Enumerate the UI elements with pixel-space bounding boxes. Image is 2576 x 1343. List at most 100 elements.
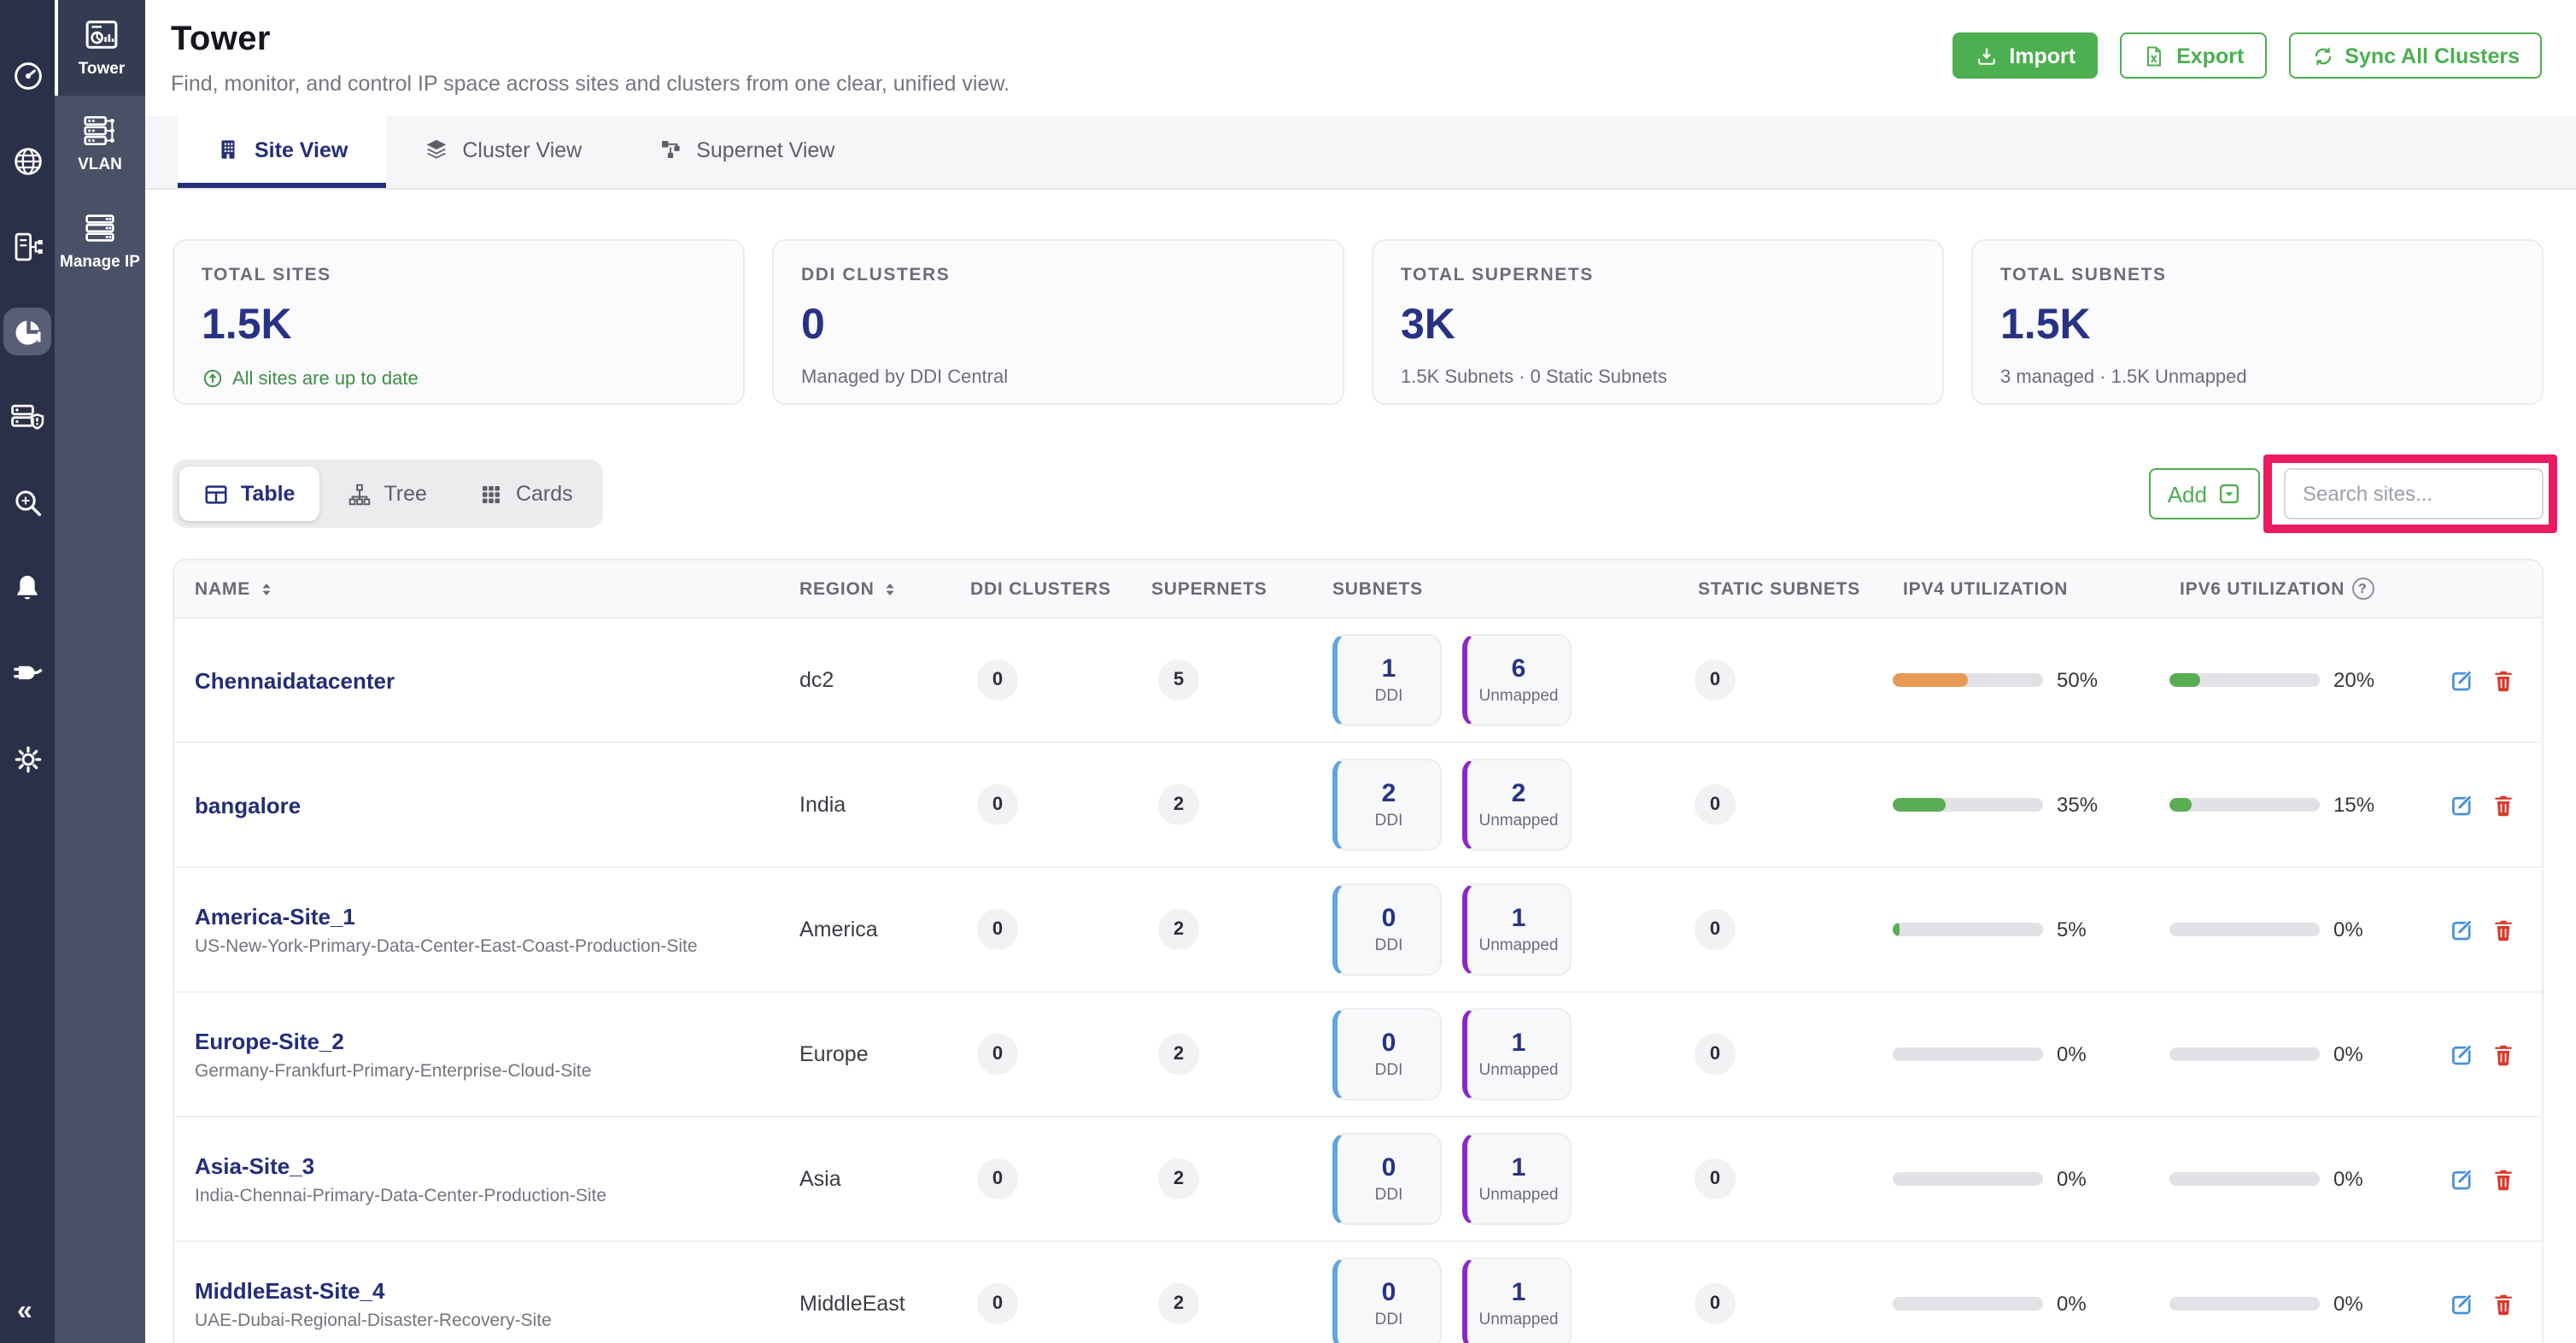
ipv6-utilization-bar xyxy=(2169,1172,2320,1186)
sort-icon xyxy=(881,580,899,597)
export-button[interactable]: Export xyxy=(2120,32,2266,79)
delete-site-button[interactable] xyxy=(2491,667,2516,693)
pie-chart-icon[interactable] xyxy=(3,308,51,355)
edit-site-button[interactable] xyxy=(2450,1291,2475,1317)
ipv6-utilization-value: 0% xyxy=(2333,918,2363,941)
table-grid-icon xyxy=(203,481,229,507)
stat-label: DDI CLUSTERS xyxy=(801,265,1315,285)
ipv6-utilization-value: 0% xyxy=(2333,1292,2363,1316)
site-description: US-New-York-Primary-Data-Center-East-Coa… xyxy=(195,935,698,956)
download-icon xyxy=(1975,44,1999,67)
table-row: Europe-Site_2 Germany-Frankfurt-Primary-… xyxy=(174,993,2542,1117)
search-input[interactable] xyxy=(2284,468,2544,519)
nav-item-manage-ip[interactable]: Manage IP xyxy=(55,193,145,290)
edit-site-button[interactable] xyxy=(2450,917,2475,942)
add-button[interactable]: Add xyxy=(2149,468,2260,519)
magnifier-icon[interactable] xyxy=(3,478,51,526)
region-value: Asia xyxy=(776,1167,946,1191)
site-name-link[interactable]: MiddleEast-Site_4 xyxy=(195,1277,385,1303)
view-mode-label: Table xyxy=(241,482,295,506)
ipv4-utilization-bar xyxy=(1893,1047,2043,1061)
supernets-count-badge: 2 xyxy=(1158,1158,1199,1199)
stacked-servers-icon xyxy=(80,208,120,248)
tab-supernet-view[interactable]: Supernet View xyxy=(619,116,872,188)
view-mode-label: Cards xyxy=(516,482,573,506)
view-tabs: Site View Cluster View Supernet View xyxy=(145,116,2576,190)
subnets-ddi-card: 0 DDI xyxy=(1332,1133,1442,1225)
column-header-name[interactable]: NAME xyxy=(174,578,776,599)
sites-table: NAME REGION DDI CLUSTERS SUPERNETS SUBNE… xyxy=(173,559,2544,1343)
ipv6-utilization-value: 0% xyxy=(2333,1167,2363,1191)
speedometer-icon[interactable] xyxy=(3,51,51,99)
column-header-supernets: SUPERNETS xyxy=(1127,578,1308,599)
monitor-chart-icon xyxy=(82,15,121,55)
delete-site-button[interactable] xyxy=(2491,1291,2516,1317)
delete-site-button[interactable] xyxy=(2491,1041,2516,1067)
delete-site-button[interactable] xyxy=(2491,917,2516,942)
edit-site-button[interactable] xyxy=(2450,1166,2475,1192)
edit-site-button[interactable] xyxy=(2450,1041,2475,1067)
table-row: Asia-Site_3 India-Chennai-Primary-Data-C… xyxy=(174,1117,2542,1242)
stat-card-total-supernets: TOTAL SUPERNETS 3K 1.5K Subnets · 0 Stat… xyxy=(1372,239,1944,405)
edit-site-button[interactable] xyxy=(2450,792,2475,818)
ipv4-utilization-bar xyxy=(1893,1297,2043,1311)
supernets-count-badge: 2 xyxy=(1158,909,1199,950)
view-mode-tree[interactable]: Tree xyxy=(322,466,451,521)
grid-dots-icon xyxy=(478,481,504,507)
ipv4-utilization-value: 0% xyxy=(2057,1042,2087,1066)
org-tree-icon xyxy=(346,481,372,507)
subnets-unmapped-card: 1 Unmapped xyxy=(1462,1258,1572,1343)
app-window: « Tower VLAN Manage IP Tower Find, monit… xyxy=(0,0,2576,1343)
site-name-link[interactable]: bangalore xyxy=(195,792,301,818)
info-icon[interactable]: ? xyxy=(2351,578,2374,600)
tab-label: Supernet View xyxy=(696,138,834,161)
view-mode-cards[interactable]: Cards xyxy=(454,466,597,521)
building-icon xyxy=(215,137,241,162)
vlan-servers-icon xyxy=(80,112,120,151)
nav-item-vlan[interactable]: VLAN xyxy=(55,97,145,193)
stat-label: TOTAL SUPERNETS xyxy=(1401,265,1915,285)
ipv4-utilization-value: 5% xyxy=(2057,918,2087,941)
column-header-region[interactable]: REGION xyxy=(776,578,946,599)
subnets-ddi-card: 0 DDI xyxy=(1332,883,1442,976)
import-button[interactable]: Import xyxy=(1952,32,2098,79)
collapse-sidebar-chevrons[interactable]: « xyxy=(17,1299,29,1326)
document-branch-icon[interactable] xyxy=(3,222,51,270)
site-name-link[interactable]: Chennaidatacenter xyxy=(195,667,395,693)
globe-dns-icon[interactable] xyxy=(3,137,51,185)
gear-icon[interactable] xyxy=(3,735,51,783)
tab-cluster-view[interactable]: Cluster View xyxy=(385,116,619,188)
site-name-link[interactable]: Europe-Site_2 xyxy=(195,1028,344,1053)
ipv6-utilization-bar xyxy=(2169,1297,2320,1311)
stat-value: 1.5K xyxy=(202,301,716,350)
delete-site-button[interactable] xyxy=(2491,792,2516,818)
nav-item-tower[interactable]: Tower xyxy=(55,0,145,97)
view-mode-table[interactable]: Table xyxy=(179,466,319,521)
ddi-clusters-count-badge: 0 xyxy=(977,909,1018,950)
table-header-row: NAME REGION DDI CLUSTERS SUPERNETS SUBNE… xyxy=(174,560,2542,619)
region-value: Europe xyxy=(776,1042,946,1066)
site-description: India-Chennai-Primary-Data-Center-Produc… xyxy=(195,1185,606,1205)
circle-up-arrow-icon xyxy=(202,367,224,390)
sync-all-clusters-button[interactable]: Sync All Clusters xyxy=(2288,32,2542,79)
site-table-body: Chennaidatacenter dc2 0 5 1 DDI 6 Unmapp… xyxy=(174,619,2542,1343)
subnets-ddi-card: 0 DDI xyxy=(1332,1008,1442,1100)
edit-site-button[interactable] xyxy=(2450,667,2475,693)
nav-item-label: Tower xyxy=(79,62,126,79)
static-subnets-count-badge: 0 xyxy=(1695,909,1736,950)
static-subnets-count-badge: 0 xyxy=(1695,784,1736,825)
plug-icon[interactable] xyxy=(3,649,51,697)
subnets-unmapped-card: 1 Unmapped xyxy=(1462,1008,1572,1100)
server-shield-icon[interactable] xyxy=(3,393,51,441)
tab-site-view[interactable]: Site View xyxy=(178,116,385,188)
tab-label: Site View xyxy=(255,138,348,161)
column-header-ipv6-utilization: IPV6 UTILIZATION ? xyxy=(2156,578,2433,600)
site-name-link[interactable]: Asia-Site_3 xyxy=(195,1152,314,1178)
delete-site-button[interactable] xyxy=(2491,1166,2516,1192)
supernets-count-badge: 2 xyxy=(1158,1034,1199,1075)
site-name-link[interactable]: America-Site_1 xyxy=(195,903,355,929)
add-button-label: Add xyxy=(2168,481,2207,507)
stat-card-ddi-clusters: DDI CLUSTERS 0 Managed by DDI Central xyxy=(772,239,1344,405)
layers-icon xyxy=(423,137,448,162)
bell-icon[interactable] xyxy=(3,564,51,612)
